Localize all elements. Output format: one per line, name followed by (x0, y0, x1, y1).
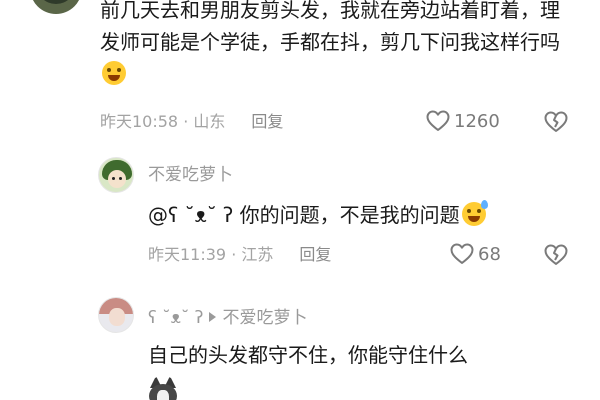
like-button[interactable]: 1260 (426, 110, 500, 132)
laughing-crying-emoji-icon (102, 61, 126, 85)
comment-time-location: 昨天10:58 · 山东 (100, 112, 226, 131)
broken-heart-outline-icon (544, 244, 568, 265)
comment-text: 前几天去和男朋友剪头发，我就在旁边站着盯着，理发师可能是个学徒，手都在抖，剪几下… (100, 0, 570, 90)
comment-body: 前几天去和男朋友剪头发，我就在旁边站着盯着，理发师可能是个学徒，手都在抖，剪几下… (100, 0, 560, 54)
reply-text: 自己的头发都守不住，你能守住什么 (148, 339, 588, 371)
commenter-avatar[interactable] (30, 0, 82, 14)
reply-button[interactable]: 回复 (299, 245, 331, 264)
reply-time-location: 昨天11:39 · 江苏 (148, 245, 274, 264)
avatar-hair (36, 0, 76, 4)
reply-username[interactable]: 不爱吃萝卜 (148, 164, 233, 186)
like-count: 68 (478, 243, 501, 265)
reply-avatar[interactable] (98, 297, 134, 333)
reply-to-username[interactable]: 不爱吃萝卜 (222, 308, 307, 328)
comment-meta: 昨天10:58 · 山东 回复 (100, 111, 283, 133)
heart-outline-icon (450, 243, 474, 264)
like-button[interactable]: 68 (450, 243, 501, 265)
reply-avatar[interactable] (98, 157, 134, 193)
avatar-eye (112, 177, 115, 180)
reply-meta: 昨天11:39 · 江苏 回复 (148, 244, 331, 266)
avatar-face (109, 308, 125, 326)
reply-from-username[interactable]: ʕ ˘ᴥ˘ ʔ (148, 308, 203, 328)
like-count: 1260 (454, 110, 500, 132)
dislike-button[interactable] (544, 244, 568, 270)
heart-outline-icon (426, 110, 450, 131)
broken-heart-outline-icon (544, 111, 568, 132)
avatar-eye (119, 177, 122, 180)
reply-text: @ʕ ˘ᴥ˘ ʔ 你的问题，不是我的问题 (148, 199, 588, 231)
play-arrow-icon (209, 312, 217, 322)
husky-avatar[interactable] (146, 376, 180, 400)
reply-button[interactable]: 回复 (251, 112, 283, 131)
grinning-sweat-emoji-icon (461, 200, 488, 226)
avatar-muzzle (157, 390, 169, 400)
reply-username[interactable]: ʕ ˘ᴥ˘ ʔ 不爱吃萝卜 (148, 307, 307, 329)
reply-body: 自己的头发都守不住，你能守住什么 (148, 343, 468, 367)
dislike-button[interactable] (544, 111, 568, 137)
avatar-face (108, 170, 126, 188)
sweat-drop (480, 200, 488, 209)
reply-body: @ʕ ˘ᴥ˘ ʔ 你的问题，不是我的问题 (148, 203, 460, 227)
